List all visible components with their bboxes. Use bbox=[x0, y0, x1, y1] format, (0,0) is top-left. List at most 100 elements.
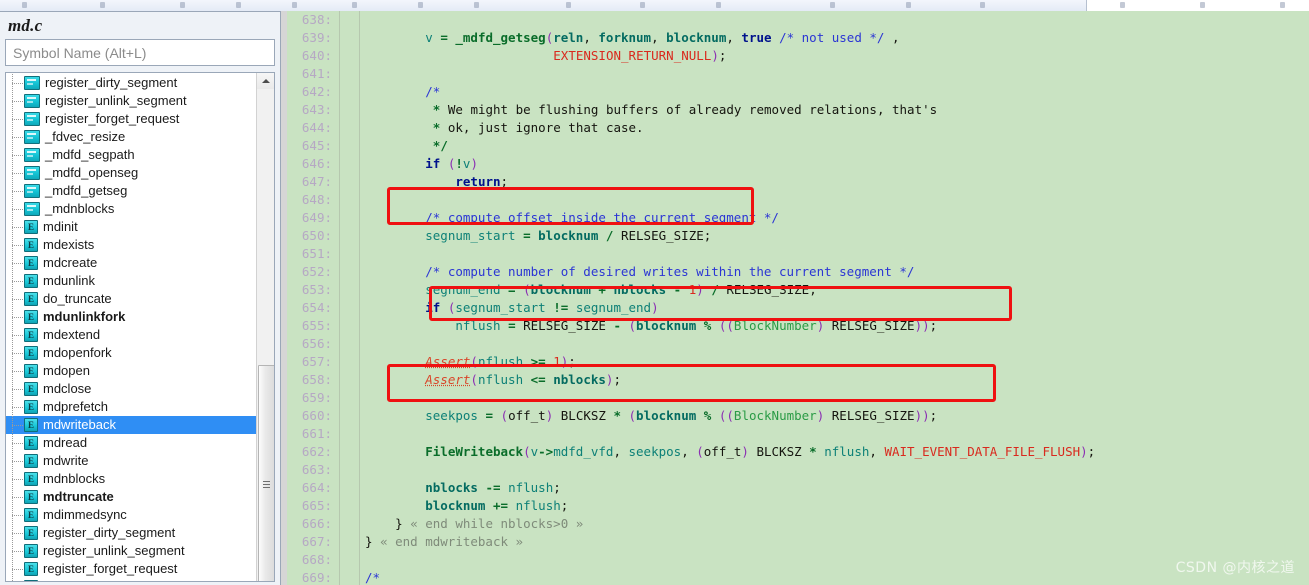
tree-guide-line bbox=[12, 110, 24, 128]
code-line[interactable]: 666: } « end while nblocks>0 » bbox=[281, 515, 1309, 533]
fold-rail-inner bbox=[359, 425, 360, 443]
toolbar-icon-m[interactable] bbox=[906, 2, 911, 8]
toolbar-group-3[interactable] bbox=[525, 0, 790, 11]
tree-guide-line bbox=[12, 326, 24, 344]
code-line[interactable]: 648: bbox=[281, 191, 1309, 209]
code-line[interactable]: 664: nblocks -= nflush; bbox=[281, 479, 1309, 497]
code-line[interactable]: 638: bbox=[281, 11, 1309, 29]
symbol-tree-item[interactable]: Emdopen bbox=[6, 362, 256, 380]
scroll-up-arrow-icon[interactable] bbox=[257, 73, 274, 89]
code-line[interactable]: 656: bbox=[281, 335, 1309, 353]
symbol-tree-item[interactable]: Emdopenfork bbox=[6, 344, 256, 362]
toolbar-icon-n[interactable] bbox=[980, 2, 985, 8]
toolbar-icon-d[interactable] bbox=[236, 2, 241, 8]
scrollbar-thumb[interactable] bbox=[258, 365, 274, 581]
code-editor[interactable]: 638: 639: v = _mdfd_getseg(reln, forknum,… bbox=[281, 11, 1309, 585]
code-line[interactable]: 667:} « end mdwriteback » bbox=[281, 533, 1309, 551]
code-line[interactable]: 645: */ bbox=[281, 137, 1309, 155]
symbol-tree-item[interactable]: Emdunlink bbox=[6, 272, 256, 290]
toolbar-icon-e[interactable] bbox=[292, 2, 297, 8]
symbol-tree-item[interactable]: Emdexists bbox=[6, 236, 256, 254]
code-line[interactable]: 641: bbox=[281, 65, 1309, 83]
code-line[interactable]: 669: /* bbox=[281, 569, 1309, 585]
toolbar-icon-b[interactable] bbox=[100, 2, 105, 8]
symbol-tree-item[interactable]: _mdfd_openseg bbox=[6, 164, 256, 182]
code-line[interactable]: 643: * We might be flushing buffers of a… bbox=[281, 101, 1309, 119]
symbol-tree-item[interactable]: Emdtruncate bbox=[6, 488, 256, 506]
fold-rail-inner bbox=[359, 191, 360, 209]
symbol-tree-item[interactable]: register_forget_request bbox=[6, 110, 256, 128]
code-line[interactable]: 640: EXTENSION_RETURN_NULL); bbox=[281, 47, 1309, 65]
symbol-tree-scrollbar[interactable] bbox=[256, 73, 274, 581]
symbol-tree-item[interactable]: Emdextend bbox=[6, 326, 256, 344]
toolbar-icon-g[interactable] bbox=[418, 2, 423, 8]
code-line[interactable]: 650: segnum_start = blocknum / RELSEG_SI… bbox=[281, 227, 1309, 245]
code-line[interactable]: 655: nflush = RELSEG_SIZE - (blocknum % … bbox=[281, 317, 1309, 335]
toolbar-icon-k[interactable] bbox=[716, 2, 721, 8]
symbol-tree-item[interactable]: Emdnblocks bbox=[6, 470, 256, 488]
code-line[interactable]: 658: Assert(nflush <= nblocks); bbox=[281, 371, 1309, 389]
symbol-tree[interactable]: register_dirty_segment register_unlink_se… bbox=[6, 73, 256, 581]
symbol-tree-item[interactable]: _mdfd_segpath bbox=[6, 146, 256, 164]
line-number: 659: bbox=[301, 390, 332, 405]
code-line[interactable]: 646: if (!v) bbox=[281, 155, 1309, 173]
code-line[interactable]: 652: /* compute number of desired writes… bbox=[281, 263, 1309, 281]
code-line[interactable]: 644: * ok, just ignore that case. bbox=[281, 119, 1309, 137]
symbol-tree-item[interactable]: _fdvec_resize bbox=[6, 128, 256, 146]
symbol-tree-item[interactable]: Emdread bbox=[6, 434, 256, 452]
toolbar-icon-o[interactable] bbox=[1120, 2, 1125, 8]
code-line[interactable]: 654: if (segnum_start != segnum_end) bbox=[281, 299, 1309, 317]
symbol-tree-item[interactable]: Emdunlinkfork bbox=[6, 308, 256, 326]
symbol-tree-item[interactable]: Emdimmedsync bbox=[6, 506, 256, 524]
code-line[interactable]: 653: segnum_end = (blocknum + nblocks - … bbox=[281, 281, 1309, 299]
code-line[interactable]: 665: blocknum += nflush; bbox=[281, 497, 1309, 515]
symbol-tree-item[interactable]: _mdfd_getseg bbox=[6, 182, 256, 200]
symbol-tree-item[interactable]: register_unlink_segment bbox=[6, 92, 256, 110]
code-line[interactable]: 642: /* bbox=[281, 83, 1309, 101]
code-line[interactable]: 660: seekpos = (off_t) BLCKSZ * (blocknu… bbox=[281, 407, 1309, 425]
symbol-tree-item[interactable]: Emdwriteback bbox=[6, 416, 256, 434]
code-line[interactable]: 668: bbox=[281, 551, 1309, 569]
fold-rail-inner bbox=[359, 551, 360, 569]
line-number: 653: bbox=[301, 282, 332, 297]
symbol-tree-item[interactable]: Eregister_dirty_segment bbox=[6, 524, 256, 542]
fold-rail-inner bbox=[359, 29, 360, 47]
symbol-tree-item[interactable]: Emdcreate bbox=[6, 254, 256, 272]
toolbar-icon-h[interactable] bbox=[474, 2, 479, 8]
symbol-tree-item[interactable]: _mdnblocks bbox=[6, 200, 256, 218]
toolbar-icon-j[interactable] bbox=[640, 2, 645, 8]
symbol-tree-item[interactable]: register_dirty_segment bbox=[6, 74, 256, 92]
toolbar-icon-i[interactable] bbox=[566, 2, 571, 8]
page-icon bbox=[24, 94, 40, 108]
toolbar-group-2[interactable] bbox=[277, 0, 526, 11]
symbol-tree-item[interactable]: Emdinit bbox=[6, 218, 256, 236]
code-line[interactable]: 639: v = _mdfd_getseg(reln, forknum, blo… bbox=[281, 29, 1309, 47]
symbol-tree-item[interactable]: E ForgetDatabaseSyncRequests bbox=[6, 578, 256, 581]
code-line[interactable]: 647: return; bbox=[281, 173, 1309, 191]
application-window: md.c register_dirty_segment register_unli… bbox=[0, 0, 1309, 585]
toolbar-icon-f[interactable] bbox=[352, 2, 357, 8]
toolbar-icon-l[interactable] bbox=[830, 2, 835, 8]
toolbar-icon-p[interactable] bbox=[1200, 2, 1205, 8]
toolbar-icon-a[interactable] bbox=[22, 2, 27, 8]
symbol-tree-item[interactable]: Emdwrite bbox=[6, 452, 256, 470]
code-line[interactable]: 651: bbox=[281, 245, 1309, 263]
symbol-tree-item[interactable]: Edo_truncate bbox=[6, 290, 256, 308]
code-lines[interactable]: 638: 639: v = _mdfd_getseg(reln, forknum,… bbox=[281, 11, 1309, 585]
code-line[interactable]: 657: Assert(nflush >= 1); bbox=[281, 353, 1309, 371]
symbol-tree-item-label: mdinit bbox=[43, 219, 78, 234]
toolbar-icon-q[interactable] bbox=[1280, 2, 1285, 8]
code-line[interactable]: 659: bbox=[281, 389, 1309, 407]
toolbar-icon-c[interactable] bbox=[180, 2, 185, 8]
symbol-search-input[interactable] bbox=[5, 39, 275, 66]
code-line[interactable]: 663: bbox=[281, 461, 1309, 479]
symbol-tree-item[interactable]: Eregister_unlink_segment bbox=[6, 542, 256, 560]
code-line[interactable]: 661: bbox=[281, 425, 1309, 443]
symbol-search-wrap bbox=[0, 39, 280, 66]
code-line[interactable]: 662: FileWriteback(v->mdfd_vfd, seekpos,… bbox=[281, 443, 1309, 461]
code-line-text: if (!v) bbox=[425, 156, 478, 171]
symbol-tree-item[interactable]: Emdclose bbox=[6, 380, 256, 398]
code-line[interactable]: 649: /* compute offset inside the curren… bbox=[281, 209, 1309, 227]
symbol-tree-item[interactable]: Eregister_forget_request bbox=[6, 560, 256, 578]
symbol-tree-item[interactable]: Emdprefetch bbox=[6, 398, 256, 416]
